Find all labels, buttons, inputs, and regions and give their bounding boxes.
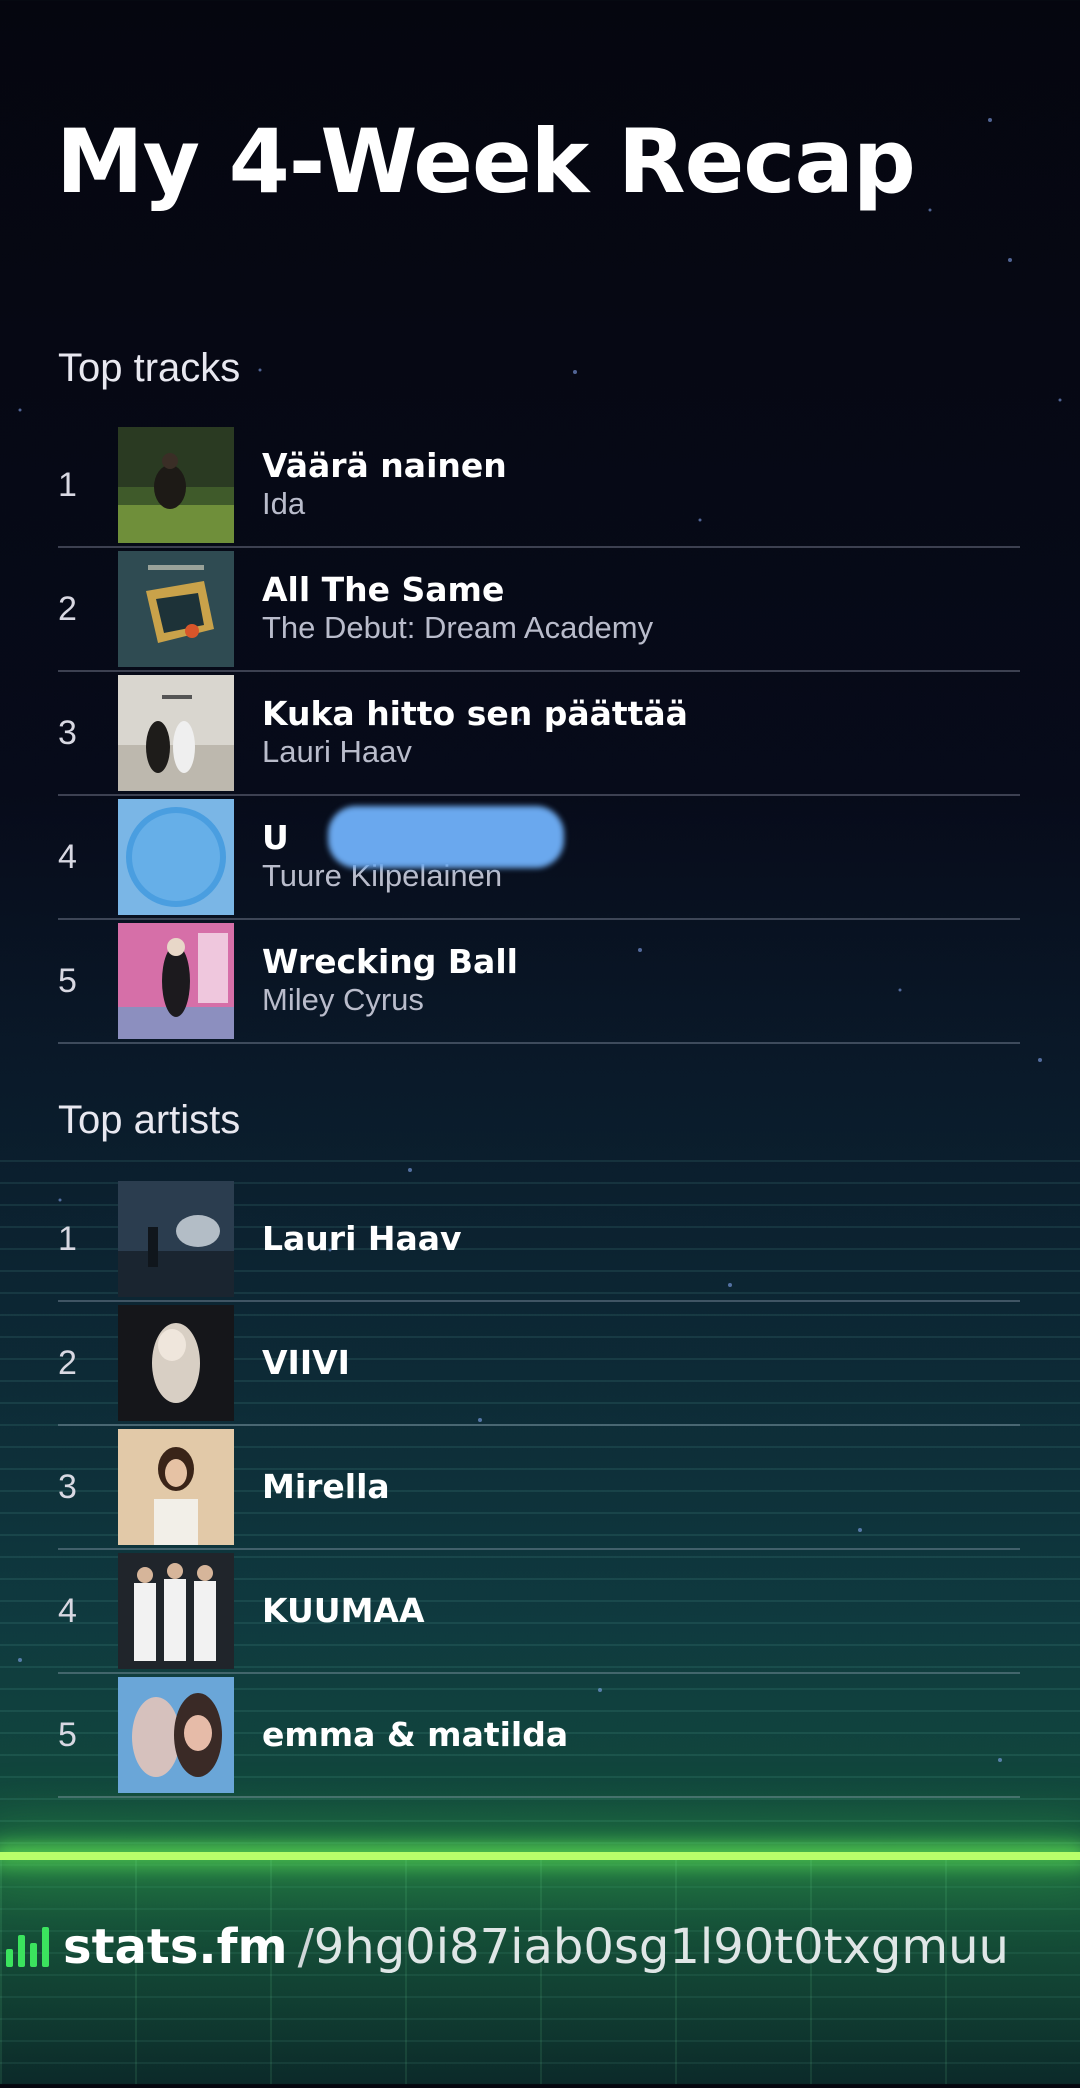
track-rank: 4 (58, 837, 77, 876)
track-rank: 3 (58, 713, 77, 752)
artist-rank: 2 (58, 1343, 77, 1382)
top-tracks-list: 1 Väärä nainen Ida 2 All The Same The De… (58, 424, 1020, 1044)
album-art (118, 427, 234, 543)
artist-name: Mirella (262, 1467, 390, 1507)
top-tracks-heading: Top tracks (58, 346, 241, 390)
track-row[interactable]: 1 Väärä nainen Ida (58, 424, 1020, 548)
artist-photo (118, 1677, 234, 1793)
album-art (118, 923, 234, 1039)
top-artists-list: 1 Lauri Haav 2 VIIVI 3 Mirella 4 KUUMAA … (58, 1178, 1020, 1798)
url-separator: / (297, 1919, 314, 1975)
stats-bars-icon (6, 1927, 49, 1967)
profile-code: 9hg0i87iab0sg1l90t0txgmuu (313, 1919, 1009, 1975)
brand-name: stats.fm (63, 1919, 288, 1975)
page-title: My 4-Week Recap (56, 110, 916, 213)
artist-row[interactable]: 1 Lauri Haav (58, 1178, 1020, 1302)
track-rank: 1 (58, 465, 77, 504)
footer-profile-link[interactable]: stats.fm / 9hg0i87iab0sg1l90t0txgmuu (0, 1912, 1080, 1982)
artist-photo (118, 1305, 234, 1421)
track-title: All The Same (262, 570, 505, 610)
track-artist: Miley Cyrus (262, 982, 424, 1018)
artist-row[interactable]: 5 emma & matilda (58, 1674, 1020, 1798)
top-artists-heading: Top artists (58, 1098, 241, 1142)
track-rank: 2 (58, 589, 77, 628)
track-artist: Ida (262, 486, 306, 522)
track-artist: Lauri Haav (262, 734, 412, 770)
artist-row[interactable]: 2 VIIVI (58, 1302, 1020, 1426)
artist-name: Lauri Haav (262, 1219, 462, 1259)
album-art (118, 799, 234, 915)
track-title: Kuka hitto sen päättää (262, 694, 688, 734)
track-row[interactable]: 3 Kuka hitto sen päättää Lauri Haav (58, 672, 1020, 796)
album-art (118, 675, 234, 791)
artist-photo (118, 1553, 234, 1669)
album-art (118, 551, 234, 667)
track-row[interactable]: 2 All The Same The Debut: Dream Academy (58, 548, 1020, 672)
artist-row[interactable]: 4 KUUMAA (58, 1550, 1020, 1674)
neon-horizon-line (0, 1852, 1080, 1860)
artist-name: emma & matilda (262, 1715, 569, 1755)
artist-rank: 3 (58, 1467, 77, 1506)
artist-rank: 5 (58, 1715, 77, 1754)
track-row[interactable]: 5 Wrecking Ball Miley Cyrus (58, 920, 1020, 1044)
redaction-scribble (328, 806, 564, 868)
track-artist: The Debut: Dream Academy (262, 610, 654, 646)
artist-name: VIIVI (262, 1343, 350, 1383)
track-row[interactable]: 4 U Tuure Kilpelainen (58, 796, 1020, 920)
track-rank: 5 (58, 961, 77, 1000)
artist-name: KUUMAA (262, 1591, 425, 1631)
artist-rank: 4 (58, 1591, 77, 1630)
artist-row[interactable]: 3 Mirella (58, 1426, 1020, 1550)
track-title: Wrecking Ball (262, 942, 518, 982)
artist-rank: 1 (58, 1219, 77, 1258)
artist-photo (118, 1181, 234, 1297)
track-title: Väärä nainen (262, 446, 507, 486)
artist-photo (118, 1429, 234, 1545)
